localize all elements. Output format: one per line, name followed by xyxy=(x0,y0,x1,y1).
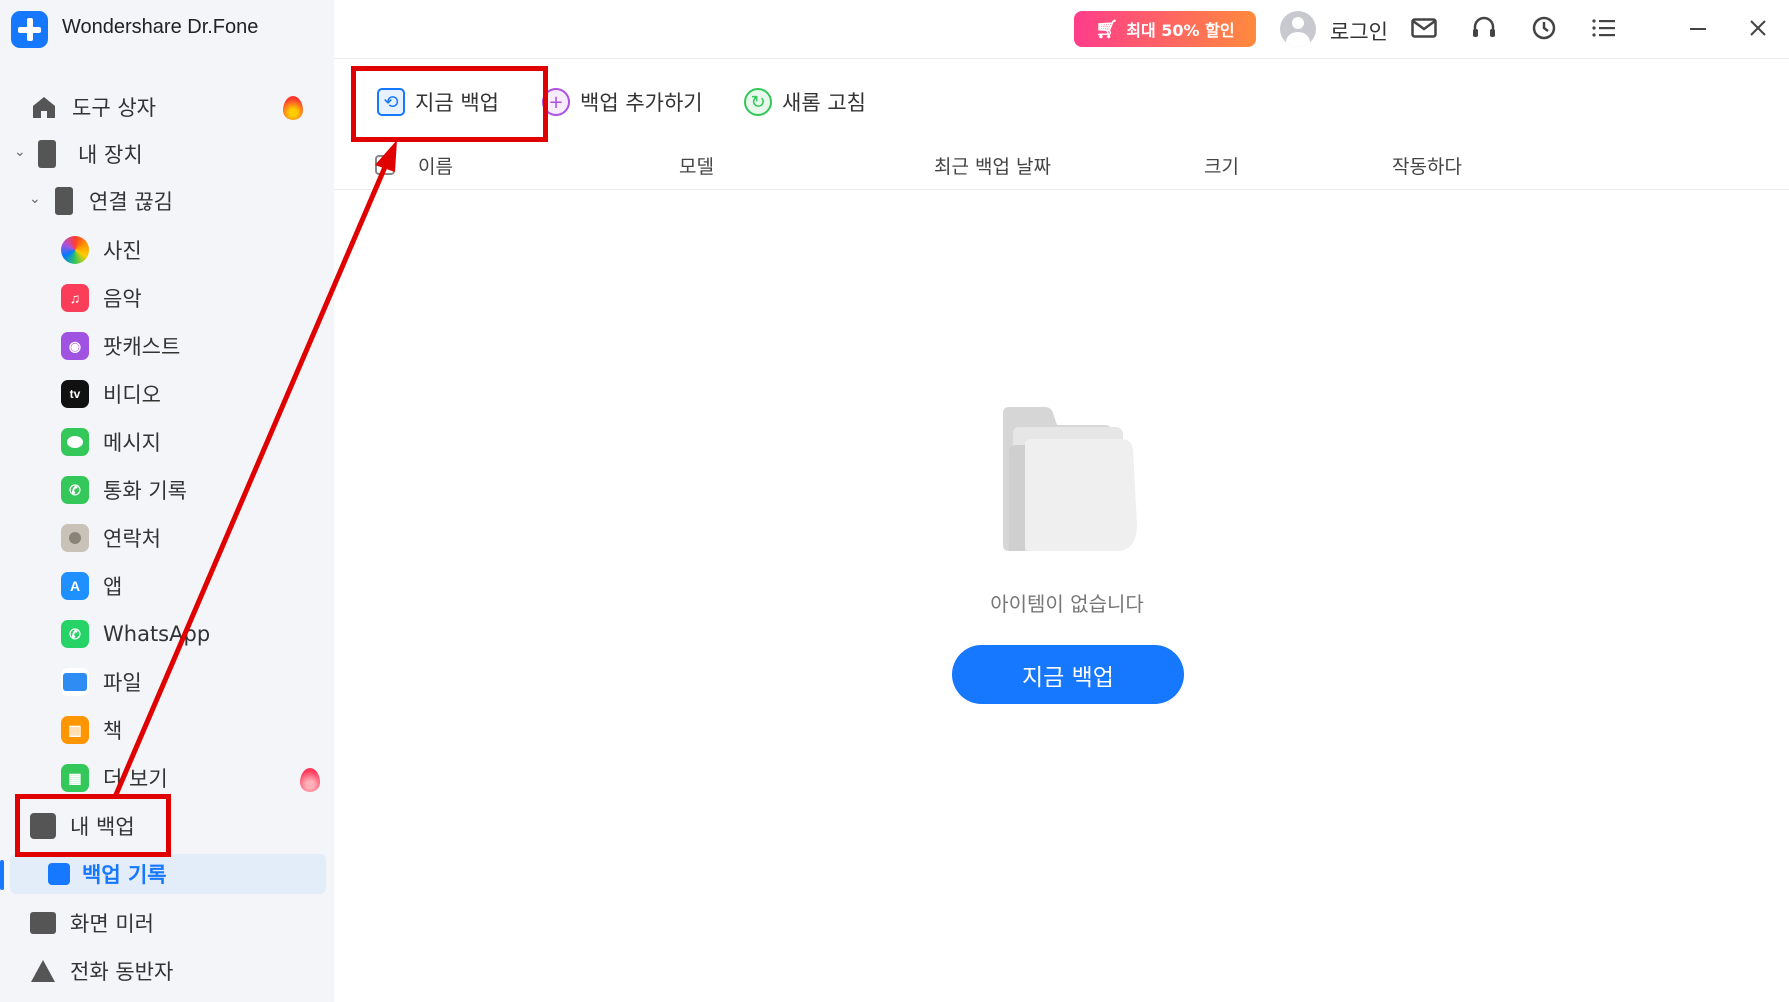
sidebar-item-video[interactable]: tv 비디오 xyxy=(61,374,161,414)
promo-label: 최대 50% 할인 xyxy=(1126,21,1235,40)
minimize-icon[interactable] xyxy=(1682,12,1714,44)
sidebar-item-label: 팟캐스트 xyxy=(103,335,181,359)
sidebar-item-books[interactable]: ▥ 책 xyxy=(61,710,122,750)
appletv-icon: tv xyxy=(61,380,89,408)
contacts-icon xyxy=(61,524,89,552)
sidebar-item-label: 메시지 xyxy=(103,431,161,455)
more-icon: ▦ xyxy=(61,764,89,792)
sidebar-item-label: 연락처 xyxy=(103,527,161,551)
screen-mirror-icon xyxy=(30,912,56,934)
cart-icon: 🛒︎ xyxy=(1095,18,1119,40)
refresh-icon: ↻ xyxy=(744,88,772,116)
sidebar-item-disconnected[interactable]: 연결 끊김 xyxy=(55,181,173,221)
column-header-action: 작동하다 xyxy=(1392,156,1462,178)
plus-logo-icon xyxy=(11,11,48,48)
sidebar-item-label: 전화 동반자 xyxy=(70,960,174,984)
books-icon: ▥ xyxy=(61,716,89,744)
sidebar-item-label: 비디오 xyxy=(103,383,161,407)
sidebar-item-podcast[interactable]: ◉ 팟캐스트 xyxy=(61,326,180,366)
device-icon xyxy=(38,140,56,168)
highlight-box-my-backup xyxy=(15,794,171,857)
sidebar-item-files[interactable]: 파일 xyxy=(61,662,142,702)
messages-icon xyxy=(61,428,89,456)
sidebar-item-backup-history[interactable]: 백업 기록 xyxy=(10,854,326,894)
add-backup-button[interactable]: + 백업 추가하기 xyxy=(542,84,703,120)
sidebar-item-call-log[interactable]: ✆ 통화 기록 xyxy=(61,470,187,510)
column-header-model[interactable]: 모델 xyxy=(679,152,714,179)
companion-triangle-icon xyxy=(30,958,56,984)
sidebar-item-label: 내 장치 xyxy=(78,143,143,167)
music-icon: ♫ xyxy=(61,284,89,312)
backup-now-primary-button[interactable]: 지금 백업 xyxy=(952,645,1184,704)
whatsapp-icon: ✆ xyxy=(61,620,89,648)
sidebar-item-label: 통화 기록 xyxy=(103,479,187,503)
sidebar-item-label: 더 보기 xyxy=(103,767,168,791)
sidebar-item-label: 연결 끊김 xyxy=(89,190,173,214)
appstore-icon: A xyxy=(61,572,89,600)
chevron-down-icon[interactable]: ⌄ xyxy=(29,191,41,207)
column-header-last-backup[interactable]: 최근 백업 날짜 xyxy=(934,152,1051,179)
sidebar-item-label: 도구 상자 xyxy=(72,96,156,120)
history-icon[interactable] xyxy=(1528,12,1560,44)
sidebar-item-label: 파일 xyxy=(103,671,142,695)
sidebar-item-messages[interactable]: 메시지 xyxy=(61,422,161,462)
sidebar-item-label: 백업 기록 xyxy=(82,863,167,887)
sidebar-item-contacts[interactable]: 연락처 xyxy=(61,518,161,558)
select-all-checkbox[interactable] xyxy=(375,155,395,175)
sidebar-item-apps[interactable]: A 앱 xyxy=(61,566,122,606)
refresh-label: 새롬 고침 xyxy=(782,91,866,115)
backup-history-icon xyxy=(48,863,70,885)
phone-device-icon xyxy=(55,187,73,215)
active-indicator xyxy=(0,860,4,890)
hot-flame-icon xyxy=(283,96,303,120)
home-icon xyxy=(30,93,58,121)
column-header-name[interactable]: 이름 xyxy=(418,152,453,179)
avatar[interactable] xyxy=(1280,11,1316,47)
empty-state-message: 아이템이 없습니다 xyxy=(990,592,1144,616)
headset-icon[interactable] xyxy=(1468,12,1500,44)
sidebar-item-music[interactable]: ♫ 음악 xyxy=(61,278,142,318)
sidebar-item-label: 사진 xyxy=(103,239,142,263)
sidebar-item-label: 음악 xyxy=(103,287,142,311)
sidebar-item-whatsapp[interactable]: ✆ WhatsApp xyxy=(61,614,210,654)
chevron-down-icon[interactable]: ⌄ xyxy=(14,144,26,160)
sidebar-item-label: 책 xyxy=(103,719,123,743)
sidebar-item-label: 화면 미러 xyxy=(70,912,154,936)
table-header-divider xyxy=(334,189,1789,190)
sidebar-item-toolbox[interactable]: 도구 상자 xyxy=(30,87,156,127)
podcast-icon: ◉ xyxy=(61,332,89,360)
login-link[interactable]: 로그인 xyxy=(1330,16,1388,46)
refresh-button[interactable]: ↻ 새롬 고침 xyxy=(744,84,866,120)
sidebar-item-label: 앱 xyxy=(103,575,123,599)
sidebar-item-label: WhatsApp xyxy=(103,622,211,646)
empty-folder-icon xyxy=(995,405,1145,555)
app-title: Wondershare Dr.Fone xyxy=(62,16,259,38)
highlight-box-backup-now xyxy=(351,66,548,142)
photos-icon xyxy=(61,236,89,264)
sidebar-item-screen-mirror[interactable]: 화면 미러 xyxy=(30,903,154,943)
sidebar-item-my-devices[interactable]: 내 장치 xyxy=(38,134,143,174)
hot-flame-icon xyxy=(300,768,320,792)
promo-discount-button[interactable]: 🛒︎ 최대 50% 할인 xyxy=(1074,11,1256,47)
mail-icon[interactable] xyxy=(1408,12,1440,44)
close-icon[interactable] xyxy=(1742,12,1774,44)
sidebar-item-phone-companion[interactable]: 전화 동반자 xyxy=(30,951,173,991)
topbar-divider xyxy=(334,58,1789,59)
sidebar-item-more[interactable]: ▦ 더 보기 xyxy=(61,758,168,798)
add-backup-label: 백업 추가하기 xyxy=(580,91,703,115)
menu-icon[interactable] xyxy=(1588,12,1620,44)
column-header-size[interactable]: 크기 xyxy=(1204,152,1239,179)
files-icon xyxy=(61,668,89,696)
phone-icon: ✆ xyxy=(61,476,89,504)
sidebar-item-photos[interactable]: 사진 xyxy=(61,230,142,270)
